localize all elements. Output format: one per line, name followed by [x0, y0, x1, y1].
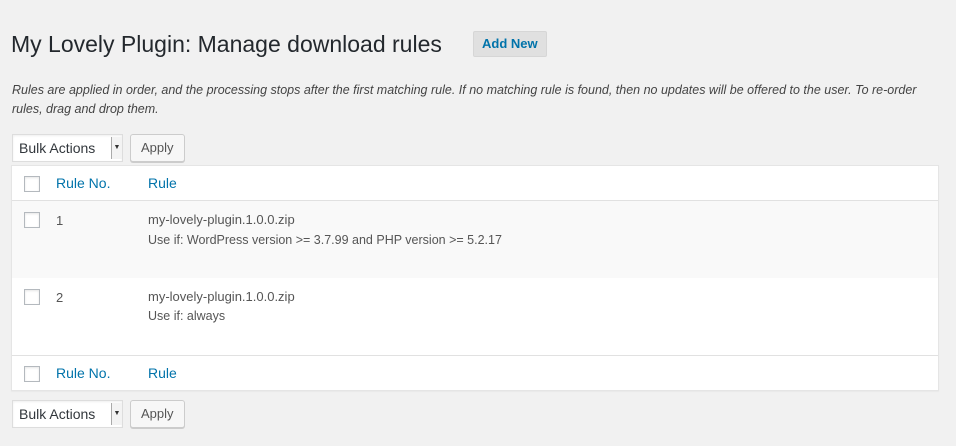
tablenav-bottom: Bulk Actions ▼ Apply [12, 400, 185, 428]
rule-number: 1 [56, 213, 64, 228]
bulk-actions-selected: Bulk Actions [19, 406, 96, 422]
apply-button-top[interactable]: Apply [130, 134, 185, 162]
table-footer: Rule No. Rule [12, 355, 938, 390]
column-footer-rule[interactable]: Rule [148, 364, 177, 382]
rule-condition: Use if: always [148, 309, 226, 323]
rule-file: my-lovely-plugin.1.0.0.zip [148, 212, 295, 227]
page-description: Rules are applied in order, and the proc… [12, 83, 917, 116]
rule-condition: Use if: WordPress version >= 3.7.99 and … [148, 233, 502, 247]
bulk-actions-select-bottom[interactable]: Bulk Actions ▼ [12, 400, 123, 428]
row-checkbox[interactable] [24, 212, 40, 228]
select-all-checkbox-footer[interactable] [24, 366, 40, 382]
rules-table: Rule No. Rule 1 my-lovely-plugin.1.0.0.z… [11, 165, 939, 391]
dropdown-arrow-icon: ▼ [111, 403, 122, 425]
table-row[interactable]: 2 my-lovely-plugin.1.0.0.zip Use if: alw… [12, 278, 938, 355]
bulk-actions-selected: Bulk Actions [19, 140, 96, 156]
table-row[interactable]: 1 my-lovely-plugin.1.0.0.zip Use if: Wor… [12, 201, 938, 278]
row-checkbox[interactable] [24, 289, 40, 305]
select-all-checkbox[interactable] [24, 176, 40, 192]
tablenav-top: Bulk Actions ▼ Apply [12, 134, 185, 162]
apply-button-bottom[interactable]: Apply [130, 400, 185, 428]
column-header-rule-no[interactable]: Rule No. [56, 174, 110, 192]
bulk-actions-select-top[interactable]: Bulk Actions ▼ [12, 134, 123, 162]
add-new-button[interactable]: Add New [473, 31, 547, 57]
rule-file: my-lovely-plugin.1.0.0.zip [148, 289, 295, 304]
column-footer-rule-no[interactable]: Rule No. [56, 364, 110, 382]
dropdown-arrow-icon: ▼ [111, 137, 122, 159]
table-header: Rule No. Rule [12, 166, 938, 201]
column-header-rule[interactable]: Rule [148, 174, 177, 192]
rule-number: 2 [56, 290, 64, 305]
page-title: My Lovely Plugin: Manage download rules [11, 31, 442, 57]
